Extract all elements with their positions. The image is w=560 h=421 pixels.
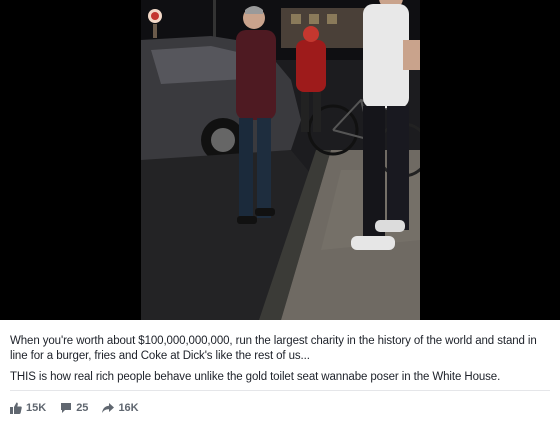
share-count: 16K bbox=[118, 402, 139, 414]
like-button[interactable]: 15K bbox=[10, 402, 46, 414]
caption-paragraph-1: When you're worth about $100,000,000,000… bbox=[10, 335, 537, 362]
caption-paragraph-2: THIS is how real rich people behave unli… bbox=[10, 371, 501, 383]
social-post: When you're worth about $100,000,000,000… bbox=[0, 0, 560, 421]
comment-button[interactable]: 25 bbox=[60, 402, 88, 414]
thumbs-up-icon bbox=[10, 402, 22, 414]
share-arrow-icon bbox=[102, 403, 115, 413]
comment-icon bbox=[61, 403, 72, 413]
like-count: 15K bbox=[26, 402, 47, 414]
divider bbox=[10, 390, 550, 391]
comment-count: 25 bbox=[76, 402, 89, 414]
photo-frame bbox=[0, 0, 560, 320]
reaction-bar: 15K 25 16K bbox=[10, 400, 139, 416]
photo-scene bbox=[141, 0, 420, 320]
post-caption: When you're worth about $100,000,000,000… bbox=[10, 334, 550, 391]
post-photo[interactable] bbox=[141, 0, 420, 320]
share-button[interactable]: 16K bbox=[102, 402, 139, 414]
